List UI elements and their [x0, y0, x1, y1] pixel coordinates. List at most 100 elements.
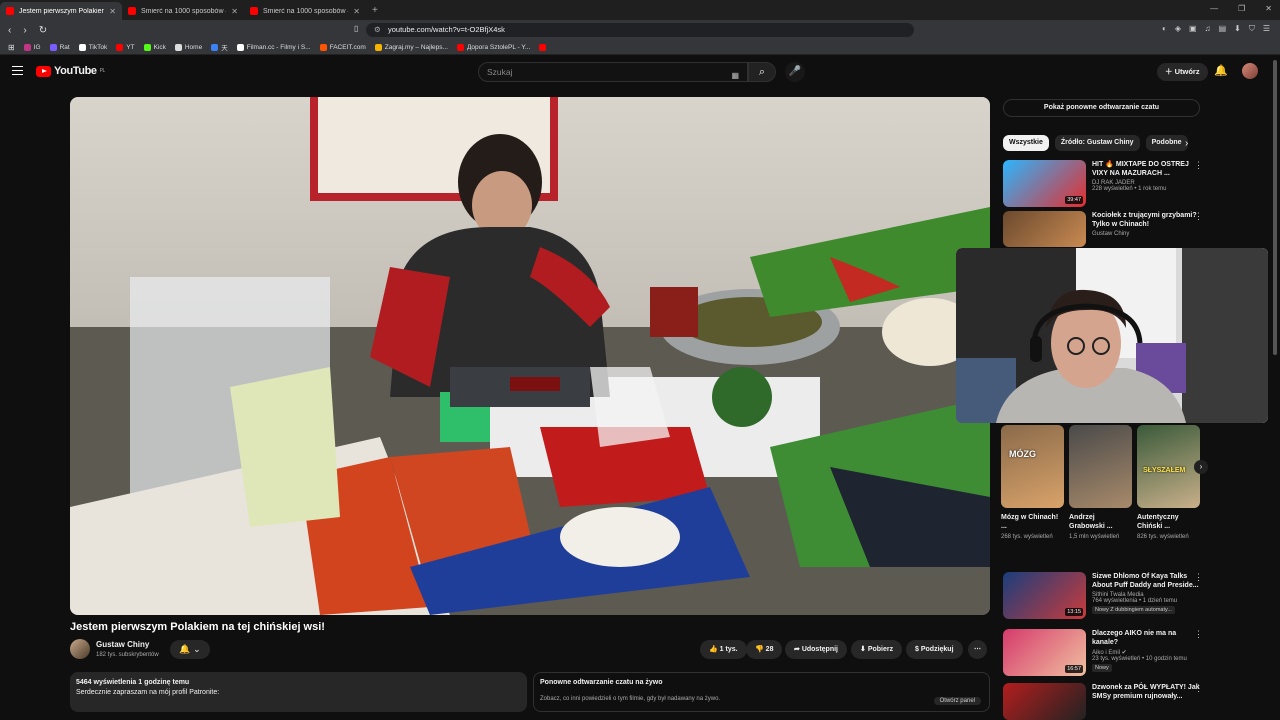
bookmark-star-icon[interactable]: ▯	[354, 24, 358, 33]
extension-icon[interactable]: ▣	[1189, 24, 1197, 34]
bookmark-item[interactable]: YT	[116, 43, 135, 51]
chip-all[interactable]: Wszystkie	[1003, 135, 1049, 151]
site-info-icon[interactable]: ⚙	[374, 23, 381, 37]
extension-icon[interactable]: ◈	[1175, 24, 1181, 34]
more-vertical-icon[interactable]: ⋮	[1194, 629, 1203, 640]
short-title[interactable]: Andrzej Grabowski ...	[1069, 513, 1132, 531]
bookmarks-bar: ⊞ IG Rat TikTok YT Kick Home 天 Filman.cc - Film…	[0, 40, 1280, 55]
recommendation-item[interactable]: Dzwonek za PÓŁ WYPŁATY! Jak SMSy premium…	[1003, 683, 1203, 720]
recommendation-title[interactable]: Dzwonek za PÓŁ WYPŁATY! Jak SMSy premium…	[1092, 683, 1203, 701]
bookmark-item[interactable]: TikTok	[78, 43, 107, 51]
more-actions-button[interactable]: ⋯	[968, 640, 987, 659]
chip-similar[interactable]: Podobne	[1145, 135, 1188, 151]
recommendation-title[interactable]: Sizwe Dhlomo Of Kaya Talks About Puff Da…	[1092, 572, 1203, 590]
bookmark-item[interactable]: Zagraj.my – Najleps...	[374, 43, 448, 51]
extension-icon[interactable]: ◐	[1162, 24, 1167, 34]
recommendation-title[interactable]: HIT 🔥 MIXTAPE DO OSTREJ VIXY NA MAZURACH…	[1092, 160, 1203, 178]
chevron-right-icon[interactable]: ›	[1185, 138, 1188, 149]
short-title[interactable]: Autentyczny Chiński ...	[1137, 513, 1200, 531]
hamburger-menu-icon[interactable]	[12, 66, 23, 75]
bookmark-item[interactable]: Filman.cc - Filmy i S...	[236, 43, 311, 51]
thanks-button[interactable]: $ Podziękuj	[906, 640, 963, 659]
account-avatar[interactable]	[1242, 63, 1258, 79]
recommendation-title[interactable]: Kociołek z trującymi grzybami? Tylko w C…	[1092, 211, 1203, 229]
shield-icon[interactable]: ⛉	[1249, 24, 1255, 34]
search-button[interactable]: ⌕	[748, 62, 776, 82]
short-item[interactable]: SŁYSZAŁEM Autentyczny Chiński ... 826 ty…	[1137, 425, 1200, 541]
more-vertical-icon[interactable]: ⋮	[1194, 211, 1203, 222]
show-chat-replay-button[interactable]: Pokaż ponowne odtwarzanie czatu	[1003, 99, 1200, 117]
like-button[interactable]: 👍 1 tys.	[700, 640, 747, 659]
menu-icon[interactable]: ☰	[1263, 24, 1270, 34]
channel-name[interactable]: Gustaw Chiny	[96, 640, 149, 649]
recommendation-channel[interactable]: Aiko i Emil ✔	[1092, 649, 1203, 656]
bookmark-item[interactable]: Rat	[49, 43, 70, 51]
reload-icon[interactable]: ↻	[39, 25, 47, 36]
browser-tab[interactable]: Jestem pierwszym Polakiem n ✕	[0, 2, 122, 20]
bookmark-item[interactable]: IG	[23, 43, 41, 51]
page-scrollbar[interactable]	[1273, 60, 1277, 355]
more-vertical-icon[interactable]: ⋮	[1194, 572, 1203, 583]
description-box[interactable]: 5464 wyświetlenia 1 godzinę temu Serdecz…	[70, 672, 527, 712]
bookmark-item[interactable]: Дорога SztolePL - Y...	[456, 43, 530, 51]
new-tab-button[interactable]: +	[366, 2, 384, 20]
close-tab-icon[interactable]: ✕	[353, 7, 360, 16]
bookmark-item[interactable]: FACEIT.com	[319, 43, 366, 51]
bookmark-item[interactable]	[539, 43, 547, 51]
short-title[interactable]: Mózg w Chinach! ...	[1001, 513, 1064, 531]
close-tab-icon[interactable]: ✕	[109, 7, 116, 16]
youtube-logo[interactable]: YouTube PL	[36, 65, 105, 77]
downloads-icon[interactable]: ⬇	[1234, 24, 1241, 34]
bookmark-item[interactable]: 天	[211, 42, 228, 52]
share-button[interactable]: ➦ Udostępnij	[785, 640, 847, 659]
video-thumbnail[interactable]: 39:47	[1003, 160, 1086, 207]
shorts-next-button[interactable]: ›	[1194, 460, 1208, 474]
url-field[interactable]: ⚙ youtube.com/watch?v=t-O2BfjX4sk	[366, 23, 914, 37]
short-overlay-text: MÓZG	[1009, 449, 1036, 459]
maximize-icon[interactable]: ❐	[1238, 4, 1245, 13]
subscription-notifications-button[interactable]: 🔔 ⌄	[170, 640, 210, 659]
short-thumbnail[interactable]: MÓZG	[1001, 425, 1064, 508]
video-thumbnail[interactable]	[1003, 211, 1086, 247]
close-tab-icon[interactable]: ✕	[231, 7, 238, 16]
bookmark-item[interactable]: Home	[174, 43, 202, 51]
short-thumbnail[interactable]: SŁYSZAŁEM	[1137, 425, 1200, 508]
bookmark-favicon-icon	[78, 43, 86, 51]
short-item[interactable]: Andrzej Grabowski ... 1,5 mln wyświetleń	[1069, 425, 1132, 541]
minimize-icon[interactable]: —	[1210, 4, 1218, 13]
recommendation-item[interactable]: Kociołek z trującymi grzybami? Tylko w C…	[1003, 211, 1203, 247]
more-vertical-icon[interactable]: ⋮	[1194, 160, 1203, 171]
download-button[interactable]: ⬇ Pobierz	[851, 640, 903, 659]
video-thumbnail[interactable]	[1003, 683, 1086, 720]
recommendation-item[interactable]: 13:15 Sizwe Dhlomo Of Kaya Talks About P…	[1003, 572, 1203, 619]
back-icon[interactable]: ‹	[8, 25, 11, 36]
create-button[interactable]: ＋ Utwórz	[1157, 63, 1208, 81]
short-item[interactable]: MÓZG Mózg w Chinach! ... 268 tys. wyświe…	[1001, 425, 1064, 541]
recommendation-item[interactable]: 39:47 HIT 🔥 MIXTAPE DO OSTREJ VIXY NA MA…	[1003, 160, 1203, 207]
more-vertical-icon[interactable]: ⋮	[1194, 683, 1203, 694]
voice-search-button[interactable]: 🎤	[785, 62, 805, 82]
forward-icon[interactable]: ›	[23, 25, 26, 36]
recommendation-title[interactable]: Dlaczego AIKO nie ma na kanale?	[1092, 629, 1203, 647]
recommendation-item[interactable]: 16:57 Dlaczego AIKO nie ma na kanale? Ai…	[1003, 629, 1203, 676]
music-icon[interactable]: ♫	[1205, 24, 1211, 34]
recommendation-channel[interactable]: Gustaw Chiny	[1092, 231, 1203, 237]
search-input[interactable]: Szukaj ▦	[478, 62, 748, 82]
bookmark-item[interactable]: Kick	[143, 43, 166, 51]
notifications-bell-icon[interactable]: 🔔	[1214, 64, 1228, 77]
short-thumbnail[interactable]	[1069, 425, 1132, 508]
open-panel-button[interactable]: Otwórz panel	[933, 697, 981, 705]
browser-tab[interactable]: Śmierć na 1000 sposobów – S01E6✕	[122, 2, 244, 20]
sidebar-icon[interactable]: ▤	[1219, 24, 1227, 34]
video-thumbnail[interactable]: 13:15	[1003, 572, 1086, 619]
bookmark-favicon-icon	[23, 43, 31, 51]
browser-tab[interactable]: Śmierć na 1000 sposobów – S04E0✕	[244, 2, 366, 20]
close-window-icon[interactable]: ✕	[1265, 4, 1272, 13]
chip-source[interactable]: Źródło: Gustaw Chiny	[1054, 135, 1140, 151]
video-thumbnail[interactable]: 16:57	[1003, 629, 1086, 676]
comments-button[interactable]: 👎 28	[746, 640, 783, 659]
video-player[interactable]	[70, 97, 990, 615]
keyboard-icon[interactable]: ▦	[731, 67, 739, 85]
apps-grid-icon[interactable]: ⊞	[8, 43, 15, 52]
channel-avatar[interactable]	[70, 639, 90, 659]
